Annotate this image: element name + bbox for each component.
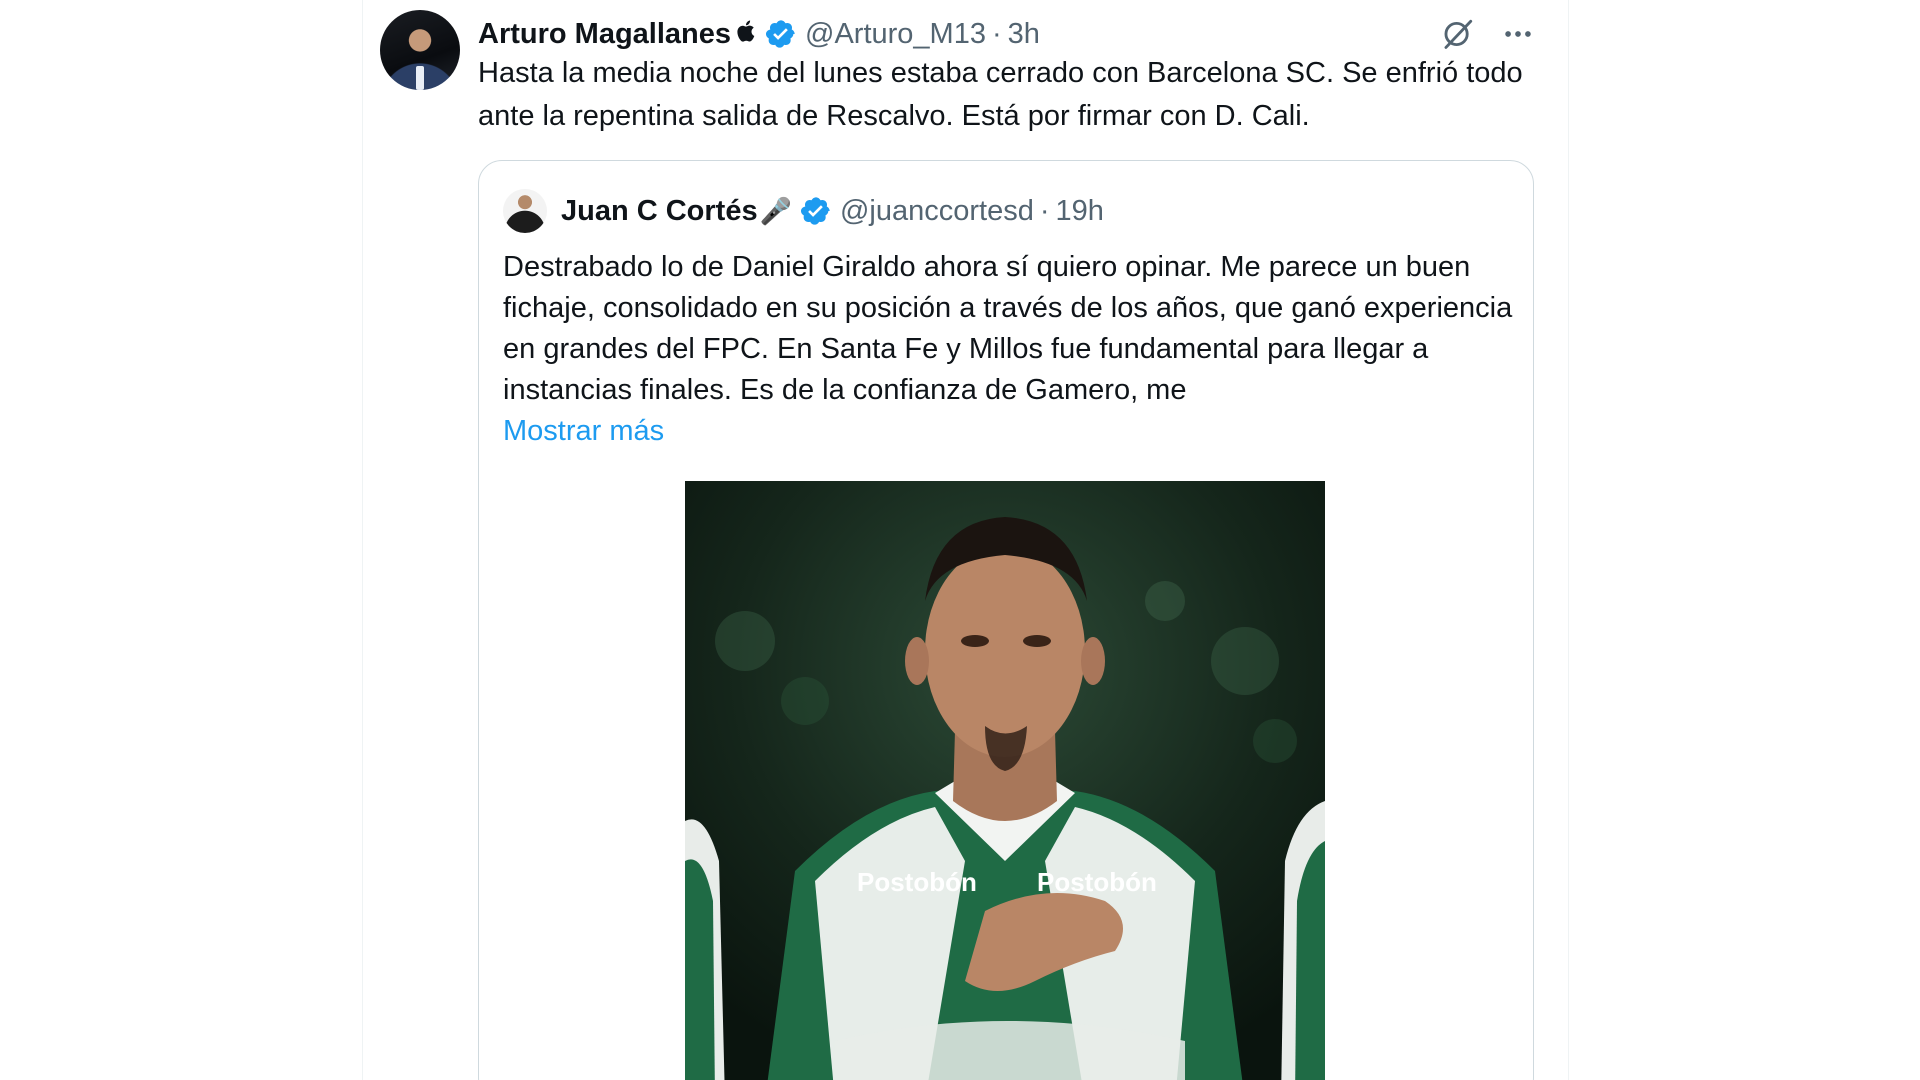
quoted-author-handle[interactable]: @juanccortesd	[840, 195, 1034, 228]
microphone-emoji: 🎤	[759, 195, 792, 226]
timeline-right-border	[1568, 0, 1569, 1080]
more-options-icon[interactable]	[1496, 12, 1540, 56]
timeline-left-border	[362, 0, 363, 1080]
quoted-tweet-header: Juan C Cortés 🎤 @juanccortesd · 19h	[503, 189, 1104, 233]
apple-icon	[737, 19, 757, 50]
page: Arturo Magallanes @Arturo_M13 · 3h Hasta…	[0, 0, 1920, 1080]
verified-badge-icon	[765, 18, 797, 50]
separator-dot: ·	[991, 17, 1002, 50]
jersey-sponsor-left: Postobón	[857, 867, 977, 897]
separator-dot: ·	[1039, 194, 1050, 227]
tweet-text: Hasta la media noche del lunes estaba ce…	[478, 57, 1523, 132]
author-handle[interactable]: @Arturo_M13	[805, 18, 986, 51]
tweet-header: Arturo Magallanes @Arturo_M13 · 3h	[478, 16, 1040, 52]
quoted-tweet[interactable]: Juan C Cortés 🎤 @juanccortesd · 19h Dest…	[478, 160, 1534, 1080]
jersey-sponsor-right: Postobón	[1037, 867, 1157, 897]
player-photo: Postobón Postobón	[685, 481, 1325, 1080]
quoted-tweet-photo[interactable]: Postobón Postobón	[685, 481, 1325, 1080]
tweet-time[interactable]: 3h	[1008, 18, 1040, 51]
avatar[interactable]	[380, 10, 460, 90]
author-name[interactable]: Arturo Magallanes	[478, 18, 731, 51]
quoted-tweet-time[interactable]: 19h	[1056, 195, 1104, 228]
quoted-author-name[interactable]: Juan C Cortés	[561, 195, 758, 228]
quoted-tweet-body: Destrabado lo de Daniel Giraldo ahora sí…	[503, 251, 1513, 406]
quoted-avatar[interactable]	[503, 189, 547, 233]
grok-icon[interactable]	[1436, 12, 1480, 56]
show-more-link[interactable]: Mostrar más	[503, 411, 1513, 452]
verified-badge-icon	[800, 195, 832, 227]
quoted-tweet-text: Destrabado lo de Daniel Giraldo ahora sí…	[503, 247, 1513, 452]
